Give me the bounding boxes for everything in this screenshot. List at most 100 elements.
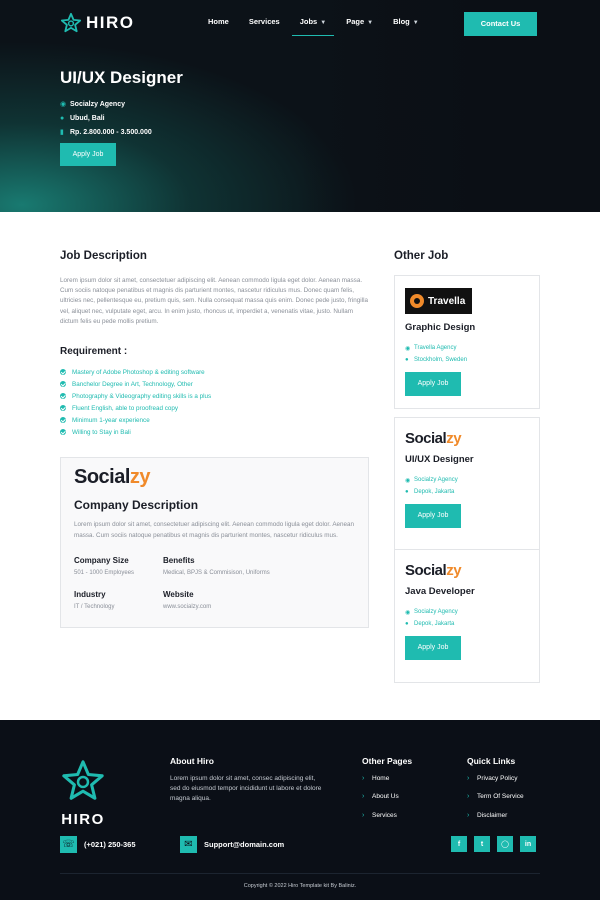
socialzy-logo: Socialzy bbox=[405, 562, 462, 579]
hero-section: HIRO Home Services Jobs ▼ Page ▼ Blog ▼ Con… bbox=[0, 0, 600, 212]
company-description-text: Lorem ipsum dolor sit amet, consectetuer… bbox=[74, 521, 355, 539]
job-card-location: Depok, Jakarta bbox=[414, 621, 455, 627]
about-title: About Hiro bbox=[170, 756, 214, 766]
location-pin-icon: ● bbox=[405, 621, 409, 627]
company-benefits-label: Benefits bbox=[163, 556, 195, 565]
check-circle-icon: ◉ bbox=[405, 345, 411, 352]
check-circle-icon bbox=[60, 381, 66, 387]
requirement-item: Fluent English, able to proofread copy bbox=[60, 402, 211, 414]
linkedin-icon[interactable]: in bbox=[520, 836, 536, 852]
contact-us-button[interactable]: Contact Us bbox=[464, 12, 537, 36]
about-text: Lorem ipsum dolor sit amet, consec adipi… bbox=[170, 775, 322, 802]
footer-link-home[interactable]: › Home bbox=[362, 769, 399, 788]
nav-blog[interactable]: Blog ▼ bbox=[385, 13, 427, 30]
nav-home[interactable]: Home bbox=[200, 13, 237, 30]
apply-job-button[interactable]: Apply Job bbox=[405, 372, 461, 396]
site-logo[interactable]: HIRO bbox=[60, 12, 135, 34]
chevron-right-icon: › bbox=[467, 774, 470, 782]
requirement-list: Mastery of Adobe Photoshop & editing sof… bbox=[60, 366, 211, 438]
nav-blog-label: Blog bbox=[393, 17, 410, 26]
company-description-card: Socialzy Company Description Lorem ipsum… bbox=[60, 457, 369, 628]
job-company-row: ◉ Socialzy Agency bbox=[60, 97, 152, 111]
requirement-title: Requirement : bbox=[60, 346, 128, 357]
apply-job-button[interactable]: Apply Job bbox=[60, 143, 116, 166]
requirement-text: Minimum 1-year experience bbox=[72, 416, 150, 424]
job-card-title[interactable]: Java Developer bbox=[405, 586, 475, 597]
other-pages-list: › Home › About Us › Services bbox=[362, 769, 399, 825]
requirement-text: Fluent English, able to proofread copy bbox=[72, 404, 179, 412]
nav-page-label: Page bbox=[346, 17, 365, 26]
job-card-location: Depok, Jakarta bbox=[414, 489, 455, 495]
job-card-title[interactable]: Graphic Design bbox=[405, 322, 475, 333]
chevron-right-icon: › bbox=[362, 811, 365, 819]
star-logo-icon bbox=[62, 760, 104, 800]
instagram-icon[interactable]: ◯ bbox=[497, 836, 513, 852]
location-pin-icon: ● bbox=[405, 357, 409, 363]
requirement-text: Photography & Videography editing skills… bbox=[72, 392, 212, 400]
footer-link-privacy[interactable]: › Privacy Policy bbox=[467, 769, 524, 788]
job-card-location: Stockholm, Sweden bbox=[414, 357, 468, 363]
job-card-title[interactable]: UI/UX Designer bbox=[405, 454, 474, 465]
job-card-meta: ◉ Travella Agency ● Stockholm, Sweden bbox=[405, 342, 467, 366]
money-icon: ▮ bbox=[60, 129, 64, 136]
other-pages-title: Other Pages bbox=[362, 756, 413, 766]
requirement-text: Banchelor Degree in Art, Technology, Oth… bbox=[72, 380, 193, 388]
job-description-text: Lorem ipsum dolor sit amet, consectetuer… bbox=[60, 277, 369, 325]
chevron-down-icon: ▼ bbox=[320, 20, 327, 26]
check-circle-icon bbox=[60, 393, 66, 399]
main-menu: Home Services Jobs ▼ Page ▼ Blog ▼ bbox=[200, 13, 431, 36]
chevron-right-icon: › bbox=[362, 793, 365, 801]
company-website-label: Website bbox=[163, 590, 194, 599]
company-website-link[interactable]: www.socialzy.com bbox=[163, 604, 211, 610]
nav-jobs-label: Jobs bbox=[299, 17, 318, 26]
twitter-icon[interactable]: t bbox=[474, 836, 490, 852]
footer-link-terms[interactable]: › Term Of Service bbox=[467, 788, 524, 807]
company-industry-value: IT / Technology bbox=[74, 604, 115, 610]
footer-phone[interactable]: ☏ (+021) 250-365 bbox=[60, 836, 136, 853]
job-location-row: ● Ubud, Bali bbox=[60, 111, 152, 125]
requirement-item: Banchelor Degree in Art, Technology, Oth… bbox=[60, 378, 211, 390]
main-content: Job Description Lorem ipsum dolor sit am… bbox=[0, 212, 600, 720]
check-circle-icon: ◉ bbox=[405, 477, 411, 484]
footer-email[interactable]: ✉ Support@domain.com bbox=[180, 836, 284, 853]
footer-link-services[interactable]: › Services bbox=[362, 806, 399, 825]
requirement-item: Mastery of Adobe Photoshop & editing sof… bbox=[60, 366, 211, 378]
nav-services[interactable]: Services bbox=[241, 13, 288, 30]
footer-divider bbox=[60, 873, 540, 874]
nav-jobs[interactable]: Jobs ▼ bbox=[291, 13, 335, 36]
star-logo-icon bbox=[60, 12, 82, 33]
facebook-icon[interactable]: f bbox=[451, 836, 467, 852]
job-card-meta: ◉ Socialzy Agency ● Depok, Jakarta bbox=[405, 606, 458, 630]
apply-job-button[interactable]: Apply Job bbox=[405, 636, 461, 660]
job-card-meta: ◉ Socialzy Agency ● Depok, Jakarta bbox=[405, 474, 458, 498]
quick-links-title: Quick Links bbox=[467, 756, 516, 766]
travella-logo: Travella bbox=[405, 288, 472, 314]
company-size: Company Size 501 - 1000 Employees bbox=[74, 556, 134, 576]
chevron-down-icon: ▼ bbox=[412, 20, 419, 26]
requirement-item: Photography & Videography editing skills… bbox=[60, 390, 211, 402]
company-industry: Industry IT / Technology bbox=[74, 590, 114, 610]
job-card: Socialzy Java Developer ◉ Socialzy Agency… bbox=[394, 549, 540, 683]
job-meta: ◉ Socialzy Agency ● Ubud, Bali ▮ Rp. 2.800.… bbox=[60, 97, 152, 139]
job-company: Socialzy Agency bbox=[70, 100, 125, 108]
footer-link-disclaimer[interactable]: › Disclaimer bbox=[467, 806, 524, 825]
requirement-item: Willing to Stay in Bali bbox=[60, 426, 211, 438]
chevron-right-icon: › bbox=[362, 774, 365, 782]
requirement-text: Mastery of Adobe Photoshop & editing sof… bbox=[72, 368, 205, 376]
chevron-down-icon: ▼ bbox=[367, 20, 374, 26]
footer-link-about[interactable]: › About Us bbox=[362, 788, 399, 807]
job-card-company: Socialzy Agency bbox=[414, 477, 458, 483]
nav-page[interactable]: Page ▼ bbox=[338, 13, 381, 30]
social-links: f t ◯ in bbox=[451, 836, 536, 852]
job-card: Travella Graphic Design ◉ Travella Agency… bbox=[394, 275, 540, 409]
job-location: Ubud, Bali bbox=[70, 114, 105, 122]
travella-badge-icon bbox=[410, 294, 424, 308]
apply-job-button[interactable]: Apply Job bbox=[405, 504, 461, 528]
job-card: Socialzy UI/UX Designer ◉ Socialzy Agency… bbox=[394, 417, 540, 551]
job-card-company: Socialzy Agency bbox=[414, 609, 458, 615]
footer-logo[interactable]: HIRO bbox=[60, 758, 106, 828]
job-description-title: Job Description bbox=[60, 250, 147, 262]
check-circle-icon bbox=[60, 417, 66, 423]
socialzy-logo: Socialzy bbox=[405, 430, 462, 447]
top-navbar: HIRO Home Services Jobs ▼ Page ▼ Blog ▼ Con… bbox=[0, 0, 600, 50]
